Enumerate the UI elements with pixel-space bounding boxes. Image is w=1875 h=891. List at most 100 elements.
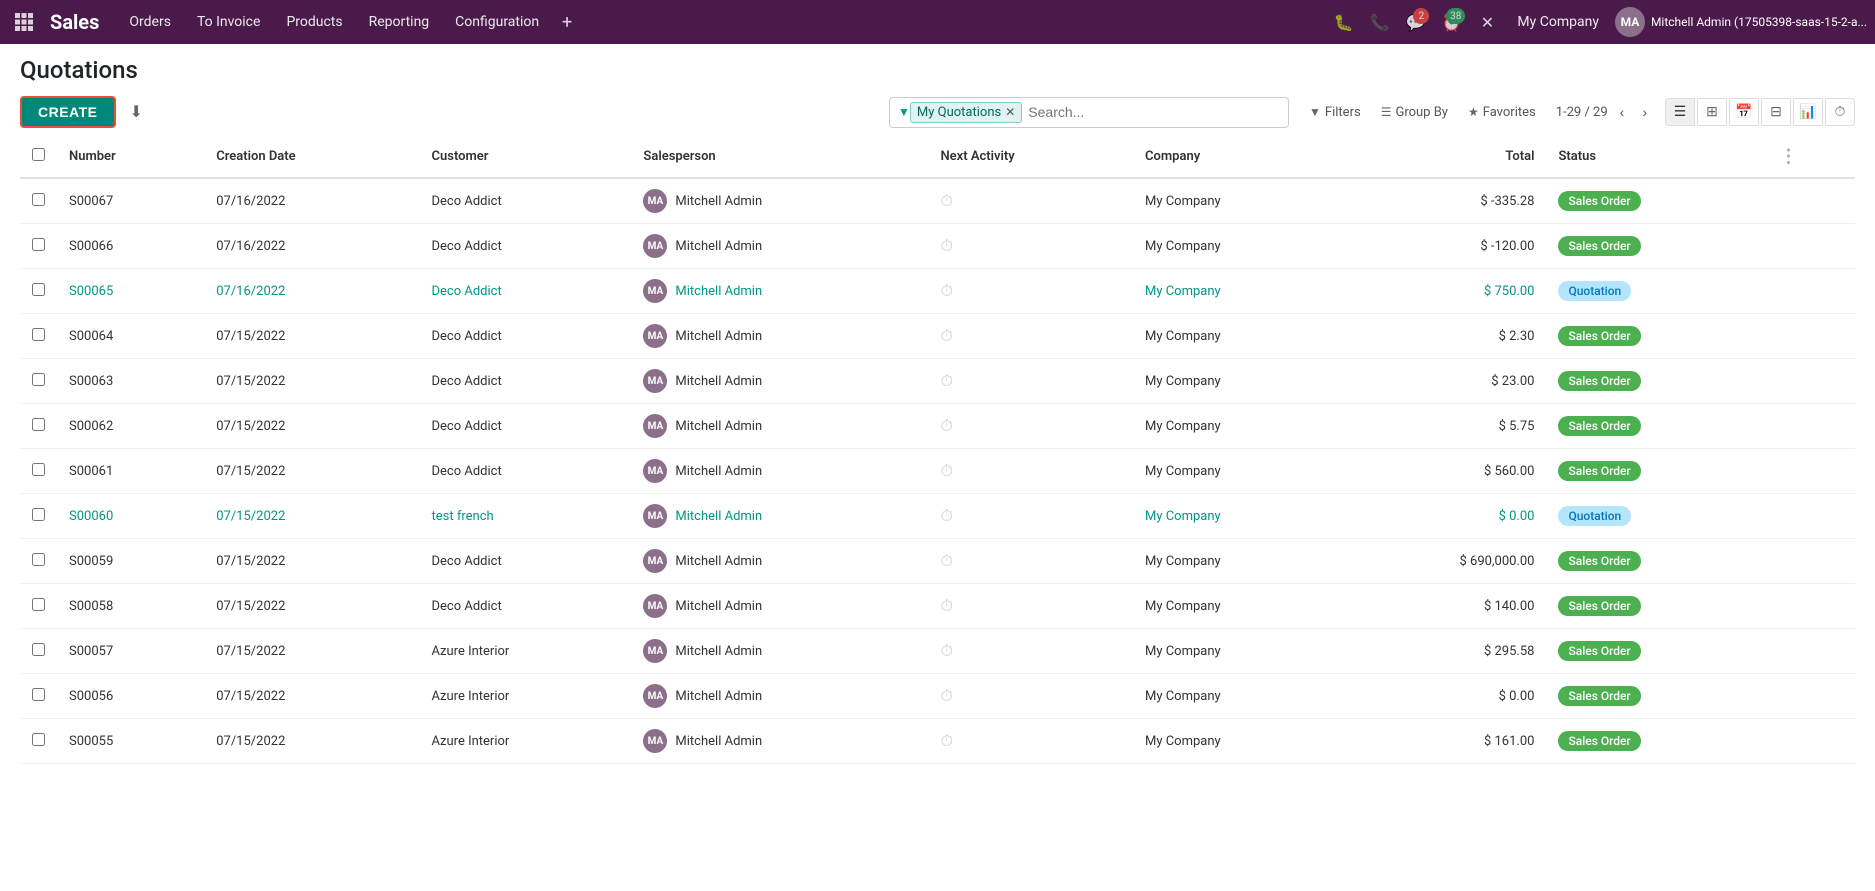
row-activity[interactable]: ⏱ — [928, 494, 1133, 539]
row-number[interactable]: S00062 — [57, 404, 204, 449]
col-company[interactable]: Company — [1133, 136, 1341, 178]
close-icon[interactable]: ✕ — [1473, 8, 1501, 36]
row-activity[interactable]: ⏱ — [928, 269, 1133, 314]
nav-to-invoice[interactable]: To Invoice — [185, 10, 273, 34]
row-activity[interactable]: ⏱ — [928, 539, 1133, 584]
row-activity[interactable]: ⏱ — [928, 359, 1133, 404]
row-customer[interactable]: Deco Addict — [420, 404, 632, 449]
row-checkbox[interactable] — [32, 463, 45, 476]
row-checkbox-cell[interactable] — [20, 719, 57, 764]
col-status[interactable]: Status — [1546, 136, 1767, 178]
activity-clock-icon[interactable]: ⏱ — [940, 506, 952, 525]
select-all-header[interactable] — [20, 136, 57, 178]
activity-clock-icon[interactable]: ⏱ — [940, 326, 952, 345]
col-total[interactable]: Total — [1341, 136, 1547, 178]
nav-configuration[interactable]: Configuration — [443, 10, 551, 34]
activity-clock-icon[interactable]: ⏱ — [940, 461, 952, 480]
row-customer[interactable]: Azure Interior — [420, 719, 632, 764]
row-number[interactable]: S00059 — [57, 539, 204, 584]
row-checkbox[interactable] — [32, 328, 45, 341]
activity-clock-icon[interactable]: ⏱ — [940, 641, 952, 660]
row-checkbox-cell[interactable] — [20, 629, 57, 674]
row-activity[interactable]: ⏱ — [928, 224, 1133, 269]
favorites-button[interactable]: ★ Favorites — [1460, 101, 1544, 124]
activity-clock-icon[interactable]: ⏱ — [940, 371, 952, 390]
search-bar[interactable]: ▼ My Quotations ✕ — [889, 97, 1289, 128]
row-number[interactable]: S00065 — [57, 269, 204, 314]
add-menu-icon[interactable]: + — [553, 8, 581, 36]
activity-clock-icon[interactable]: ⏱ — [940, 596, 952, 615]
row-number[interactable]: S00061 — [57, 449, 204, 494]
row-customer[interactable]: Deco Addict — [420, 359, 632, 404]
row-checkbox[interactable] — [32, 643, 45, 656]
download-button[interactable]: ⬇ — [124, 96, 149, 128]
row-checkbox[interactable] — [32, 688, 45, 701]
row-activity[interactable]: ⏱ — [928, 674, 1133, 719]
row-number[interactable]: S00063 — [57, 359, 204, 404]
customer-link[interactable]: test french — [432, 509, 494, 524]
row-number[interactable]: S00056 — [57, 674, 204, 719]
bug-icon[interactable]: 🐛 — [1329, 8, 1357, 36]
kanban-view-button[interactable]: ⊞ — [1697, 98, 1727, 126]
row-activity[interactable]: ⏱ — [928, 719, 1133, 764]
pivot-view-button[interactable]: ⊟ — [1761, 98, 1791, 126]
row-number[interactable]: S00058 — [57, 584, 204, 629]
row-customer[interactable]: Deco Addict — [420, 224, 632, 269]
col-customer[interactable]: Customer — [420, 136, 632, 178]
row-activity[interactable]: ⏱ — [928, 629, 1133, 674]
row-checkbox[interactable] — [32, 418, 45, 431]
row-number[interactable]: S00066 — [57, 224, 204, 269]
next-page-button[interactable]: › — [1636, 101, 1653, 123]
row-customer[interactable]: Deco Addict — [420, 314, 632, 359]
row-number[interactable]: S00055 — [57, 719, 204, 764]
row-customer[interactable]: Deco Addict — [420, 539, 632, 584]
row-customer[interactable]: Azure Interior — [420, 629, 632, 674]
row-checkbox-cell[interactable] — [20, 178, 57, 224]
activity-clock-icon[interactable]: ⏱ — [940, 731, 952, 750]
row-customer[interactable]: Deco Addict — [420, 269, 632, 314]
create-button[interactable]: CREATE — [20, 96, 116, 128]
row-customer[interactable]: test french — [420, 494, 632, 539]
col-number[interactable]: Number — [57, 136, 204, 178]
company-name[interactable]: My Company — [1509, 14, 1607, 30]
nav-orders[interactable]: Orders — [117, 10, 183, 34]
row-customer[interactable]: Azure Interior — [420, 674, 632, 719]
row-activity[interactable]: ⏱ — [928, 404, 1133, 449]
row-checkbox-cell[interactable] — [20, 494, 57, 539]
row-checkbox[interactable] — [32, 598, 45, 611]
row-checkbox[interactable] — [32, 283, 45, 296]
list-view-button[interactable]: ☰ — [1665, 98, 1695, 126]
activity-clock-icon[interactable]: ⏱ — [940, 191, 952, 210]
row-checkbox-cell[interactable] — [20, 584, 57, 629]
row-checkbox[interactable] — [32, 373, 45, 386]
filters-button[interactable]: ▼ Filters — [1301, 101, 1369, 124]
select-all-checkbox[interactable] — [32, 148, 45, 161]
nav-reporting[interactable]: Reporting — [357, 10, 442, 34]
row-number[interactable]: S00067 — [57, 178, 204, 224]
row-checkbox-cell[interactable] — [20, 314, 57, 359]
activity-clock-icon[interactable]: ⏱ — [940, 551, 952, 570]
row-number[interactable]: S00064 — [57, 314, 204, 359]
row-checkbox[interactable] — [32, 193, 45, 206]
user-menu[interactable]: MA Mitchell Admin (17505398-saas-15-2-a.… — [1615, 7, 1867, 37]
row-checkbox[interactable] — [32, 238, 45, 251]
col-menu[interactable]: ⋮ — [1768, 136, 1855, 178]
row-activity[interactable]: ⏱ — [928, 449, 1133, 494]
graph-view-button[interactable]: 📊 — [1793, 98, 1823, 126]
row-checkbox[interactable] — [32, 733, 45, 746]
row-number[interactable]: S00057 — [57, 629, 204, 674]
order-number-link[interactable]: S00065 — [69, 284, 113, 299]
row-checkbox-cell[interactable] — [20, 269, 57, 314]
prev-page-button[interactable]: ‹ — [1614, 101, 1631, 123]
chat-icon[interactable]: 💬 2 — [1401, 8, 1429, 36]
nav-products[interactable]: Products — [274, 10, 354, 34]
group-by-button[interactable]: ☰ Group By — [1373, 101, 1456, 124]
row-checkbox-cell[interactable] — [20, 224, 57, 269]
activity-icon[interactable]: ⏰ 38 — [1437, 8, 1465, 36]
col-creation-date[interactable]: Creation Date — [204, 136, 419, 178]
order-number-link[interactable]: S00060 — [69, 509, 113, 524]
search-input[interactable] — [1022, 104, 1280, 120]
settings-view-button[interactable]: ⏱ — [1825, 98, 1855, 126]
row-checkbox[interactable] — [32, 508, 45, 521]
row-activity[interactable]: ⏱ — [928, 178, 1133, 224]
